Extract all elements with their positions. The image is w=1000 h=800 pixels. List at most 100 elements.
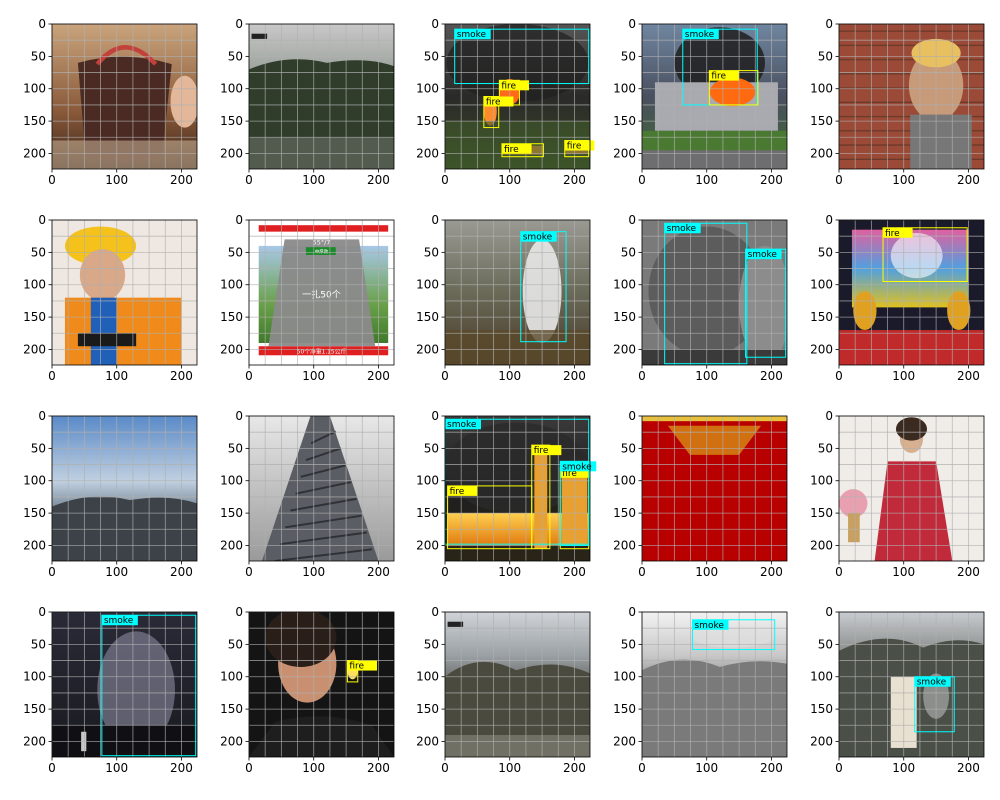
x-tick-label: 200: [563, 761, 586, 775]
ad-top-bar: [258, 225, 389, 232]
x-tick-label: 100: [302, 761, 325, 775]
x-tick-label: 0: [835, 369, 843, 383]
x-tick-label: 0: [48, 173, 56, 187]
x-tick-label: 100: [695, 369, 718, 383]
y-tick-label: 200: [23, 734, 46, 748]
y-tick-label: 0: [628, 17, 636, 31]
ad-text-top: 55°/7: [313, 239, 331, 247]
x-tick-label: 100: [695, 173, 718, 187]
y-tick-label: 100: [810, 670, 833, 684]
x-tick-label: 0: [441, 565, 449, 579]
x-tick-label: 100: [892, 565, 915, 579]
y-tick-label: 150: [416, 506, 439, 520]
detection-label-fire: fire: [486, 98, 501, 108]
y-tick-label: 200: [416, 734, 439, 748]
mountains: [52, 496, 198, 561]
scene-image: [839, 220, 984, 366]
x-tick-label: 100: [498, 565, 521, 579]
x-tick-label: 100: [892, 761, 915, 775]
y-tick-label: 0: [235, 409, 243, 423]
lion-dance: [947, 291, 971, 331]
y-tick-label: 150: [23, 310, 46, 324]
x-tick-label: 0: [48, 369, 56, 383]
y-tick-label: 150: [23, 702, 46, 716]
y-tick-label: 50: [228, 441, 243, 455]
y-tick-label: 100: [23, 474, 46, 488]
face: [79, 249, 126, 301]
safety-vest: [64, 297, 182, 366]
y-tick-label: 200: [416, 538, 439, 552]
x-tick-label: 0: [441, 369, 449, 383]
y-tick-label: 50: [621, 637, 636, 651]
y-tick-label: 150: [416, 310, 439, 324]
x-tick-label: 200: [957, 173, 980, 187]
shirt: [90, 297, 117, 366]
x-tick-label: 100: [302, 369, 325, 383]
y-tick-label: 0: [235, 17, 243, 31]
x-tick-label: 100: [695, 761, 718, 775]
scene-image: [52, 220, 198, 366]
y-tick-label: 50: [621, 49, 636, 63]
y-tick-label: 0: [235, 213, 243, 227]
y-tick-label: 0: [38, 409, 46, 423]
y-tick-label: 50: [424, 637, 439, 651]
x-tick-label: 200: [957, 761, 980, 775]
scene-image: [642, 24, 787, 170]
y-tick-label: 150: [613, 310, 636, 324]
y-tick-label: 100: [810, 82, 833, 96]
scene-image: 55°/7中厚款一扎50个50个净重1.15公斤: [249, 220, 395, 366]
scene-image: [52, 416, 198, 561]
y-tick-label: 200: [810, 146, 833, 160]
x-tick-label: 0: [835, 565, 843, 579]
y-tick-label: 150: [613, 114, 636, 128]
y-tick-label: 100: [613, 474, 636, 488]
x-tick-label: 0: [48, 761, 56, 775]
x-tick-label: 200: [563, 565, 586, 579]
y-tick-label: 100: [220, 474, 243, 488]
x-tick-label: 200: [760, 173, 783, 187]
x-tick-label: 0: [245, 369, 253, 383]
y-tick-label: 0: [38, 17, 46, 31]
y-tick-label: 200: [220, 146, 243, 160]
y-tick-label: 150: [23, 114, 46, 128]
flame: [534, 454, 548, 549]
x-tick-label: 0: [48, 565, 56, 579]
x-tick-label: 100: [105, 565, 128, 579]
x-tick-label: 0: [245, 565, 253, 579]
y-tick-label: 0: [235, 605, 243, 619]
detection-label-smoke: smoke: [457, 30, 487, 40]
table-surface: [52, 140, 198, 170]
x-tick-label: 200: [563, 369, 586, 383]
y-tick-label: 0: [38, 213, 46, 227]
y-tick-label: 50: [818, 441, 833, 455]
x-tick-label: 0: [441, 173, 449, 187]
scene-image: [445, 612, 590, 757]
x-tick-label: 0: [835, 173, 843, 187]
y-tick-label: 50: [424, 245, 439, 259]
y-tick-label: 150: [613, 702, 636, 716]
y-tick-label: 200: [23, 538, 46, 552]
y-tick-label: 50: [31, 49, 46, 63]
y-tick-label: 200: [220, 342, 243, 356]
y-tick-label: 100: [810, 278, 833, 292]
x-tick-label: 200: [563, 173, 586, 187]
spotlight: [890, 232, 943, 279]
y-tick-label: 100: [23, 82, 46, 96]
scene-image: [249, 612, 395, 758]
y-tick-label: 150: [613, 506, 636, 520]
y-tick-label: 0: [431, 213, 439, 227]
scene-image: [445, 220, 590, 366]
scene-image: [642, 416, 787, 561]
brush: [445, 330, 590, 366]
detection-label-smoke: smoke: [523, 233, 553, 243]
x-tick-label: 200: [760, 761, 783, 775]
x-tick-label: 0: [638, 369, 646, 383]
y-tick-label: 200: [613, 342, 636, 356]
y-tick-label: 100: [220, 670, 243, 684]
x-tick-label: 200: [367, 761, 390, 775]
x-tick-label: 0: [835, 761, 843, 775]
scene-image: [839, 612, 984, 757]
x-tick-label: 0: [245, 173, 253, 187]
y-tick-label: 50: [228, 245, 243, 259]
y-tick-label: 150: [220, 506, 243, 520]
